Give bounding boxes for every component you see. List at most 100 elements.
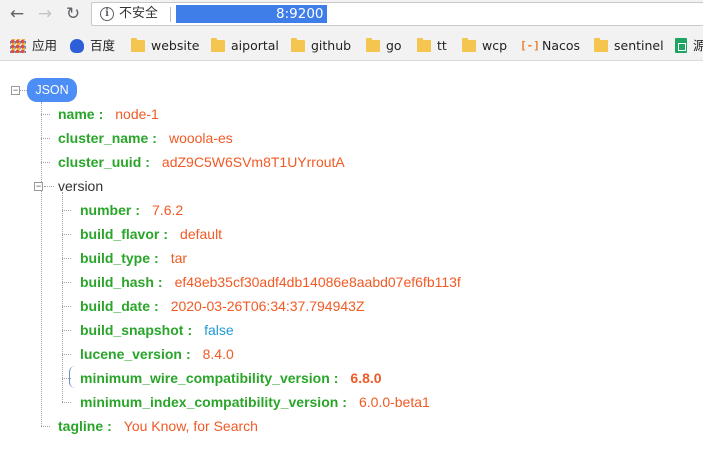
json-key: build_date (80, 298, 151, 314)
hover-bracket-indicator (69, 366, 75, 388)
arrow-left-icon[interactable]: ← (6, 3, 28, 25)
json-colon: : (187, 322, 193, 338)
json-key: build_flavor (80, 226, 160, 242)
bookmark-apps[interactable]: 应用 (10, 37, 57, 55)
json-entry-name[interactable]: name: node-1 (58, 104, 159, 124)
bookmark-baidu[interactable]: 百度 (70, 37, 115, 55)
tree-connector (41, 162, 50, 163)
bookmark-tt[interactable]: tt (417, 37, 447, 55)
tree-connector (62, 402, 71, 403)
json-string-value: 6.8.0 (350, 370, 382, 386)
json-colon: : (135, 202, 141, 218)
json-key: tagline (58, 418, 104, 434)
folder-icon (417, 38, 431, 52)
bookmark-sheets[interactable]: 源 (675, 37, 703, 55)
json-colon: : (163, 226, 169, 242)
folder-icon (291, 38, 305, 52)
tree-connector (62, 282, 71, 283)
bookmark-label: 应用 (32, 38, 58, 53)
folder-icon (594, 38, 608, 52)
json-key: name (58, 106, 95, 122)
json-entry-tagline[interactable]: tagline: You Know, for Search (58, 416, 258, 436)
nacos-logo-icon: [-] (520, 39, 540, 52)
json-string-value: ef48eb35cf30adf4db14086e8aabd07ef6fb113f (174, 274, 461, 290)
json-key: minimum_index_compatibility_version (80, 394, 339, 410)
info-icon[interactable]: i (100, 7, 114, 21)
reload-icon[interactable]: ↻ (62, 3, 84, 25)
json-string-value: 8.4.0 (202, 346, 234, 362)
security-label[interactable]: 不安全 (119, 6, 158, 22)
address-bar[interactable]: i 不安全 8:9200 (91, 2, 703, 26)
bookmark-label: tt (437, 38, 447, 53)
json-colon: : (145, 154, 150, 170)
json-colon: : (185, 346, 191, 362)
tree-connector (41, 114, 50, 115)
json-entry-build-snapshot[interactable]: build_snapshot: false (80, 320, 234, 340)
json-entry-min-index-compat[interactable]: minimum_index_compatibility_version:6.0.… (80, 392, 430, 412)
json-key: build_hash (80, 274, 154, 290)
json-colon: : (98, 106, 104, 122)
folder-icon (211, 38, 225, 52)
json-boolean-value: false (204, 322, 234, 338)
arrow-right-icon[interactable]: → (34, 3, 56, 25)
bookmark-go[interactable]: go (366, 37, 402, 55)
json-string-value: 6.0.0-beta1 (358, 394, 430, 410)
json-entry-lucene-version[interactable]: lucene_version:8.4.0 (80, 344, 234, 364)
json-string-value: You Know, for Search (123, 418, 258, 434)
bookmark-nacos[interactable]: [-] Nacos (520, 37, 580, 55)
json-string-value: default (180, 226, 223, 242)
json-colon: : (333, 370, 339, 386)
bookmarks-bar: 应用 百度 website aiportal github go tt wcp … (0, 30, 703, 61)
tree-connector (44, 186, 54, 187)
bookmark-label: sentinel (614, 38, 664, 53)
bookmark-label: 源 (693, 38, 703, 53)
bookmark-aiportal[interactable]: aiportal (211, 37, 279, 55)
json-entry-number[interactable]: number:7.6.2 (80, 200, 183, 220)
json-string-value: adZ9C5W6SVm8T1UYrroutA (161, 154, 345, 170)
json-colon: : (342, 394, 347, 410)
folder-icon (462, 38, 476, 52)
json-object-version[interactable]: version (58, 176, 103, 196)
json-object-key: version (58, 178, 104, 194)
json-entry-build-type[interactable]: build_type: tar (80, 248, 187, 268)
collapse-version-toggle-icon[interactable]: − (34, 182, 43, 191)
apps-grid-icon (10, 39, 26, 53)
json-entry-cluster-name[interactable]: cluster_name: wooola-es (58, 128, 233, 148)
bookmark-label: website (151, 38, 200, 53)
folder-icon (131, 38, 145, 52)
json-string-value: 2020-03-26T06:34:37.794943Z (170, 298, 365, 314)
json-key: lucene_version (80, 346, 182, 362)
tree-connector (62, 258, 71, 259)
json-entry-build-flavor[interactable]: build_flavor: default (80, 224, 222, 244)
collapse-root-toggle-icon[interactable]: − (11, 86, 20, 95)
json-entry-cluster-uuid[interactable]: cluster_uuid: adZ9C5W6SVm8T1UYrroutA (58, 152, 345, 172)
bookmark-label: wcp (482, 38, 508, 53)
json-tree-viewer: − JSON name: node-1 cluster_name: wooola-e… (0, 62, 703, 464)
json-key: build_type (80, 250, 151, 266)
json-entry-build-hash[interactable]: build_hash: ef48eb35cf30adf4db14086e8aabd… (80, 272, 461, 292)
tree-guide-line (41, 102, 42, 426)
json-colon: : (154, 250, 159, 266)
tree-connector (62, 330, 71, 331)
tree-connector (62, 306, 71, 307)
bookmark-website[interactable]: website (131, 37, 199, 55)
bookmark-wcp[interactable]: wcp (462, 37, 507, 55)
omnibox-divider (170, 7, 171, 22)
tree-connector (20, 90, 27, 91)
bookmark-sentinel[interactable]: sentinel (594, 37, 664, 55)
json-colon: : (157, 274, 163, 290)
folder-icon (366, 38, 380, 52)
json-string-value: node-1 (115, 106, 159, 122)
json-entry-build-date[interactable]: build_date:2020-03-26T06:34:37.794943Z (80, 296, 365, 316)
bookmark-label: 百度 (90, 38, 116, 53)
json-colon: : (152, 130, 157, 146)
bookmark-label: aiportal (231, 38, 279, 53)
json-root-badge[interactable]: JSON (27, 78, 77, 102)
json-string-value: tar (170, 250, 188, 266)
bookmark-github[interactable]: github (291, 37, 351, 55)
tree-connector (62, 234, 71, 235)
baidu-paw-icon (70, 39, 84, 53)
json-entry-min-wire-compat[interactable]: minimum_wire_compatibility_version:6.8.0 (80, 368, 382, 388)
sheets-icon (675, 38, 687, 53)
url-text[interactable]: 8:9200 (176, 5, 327, 23)
